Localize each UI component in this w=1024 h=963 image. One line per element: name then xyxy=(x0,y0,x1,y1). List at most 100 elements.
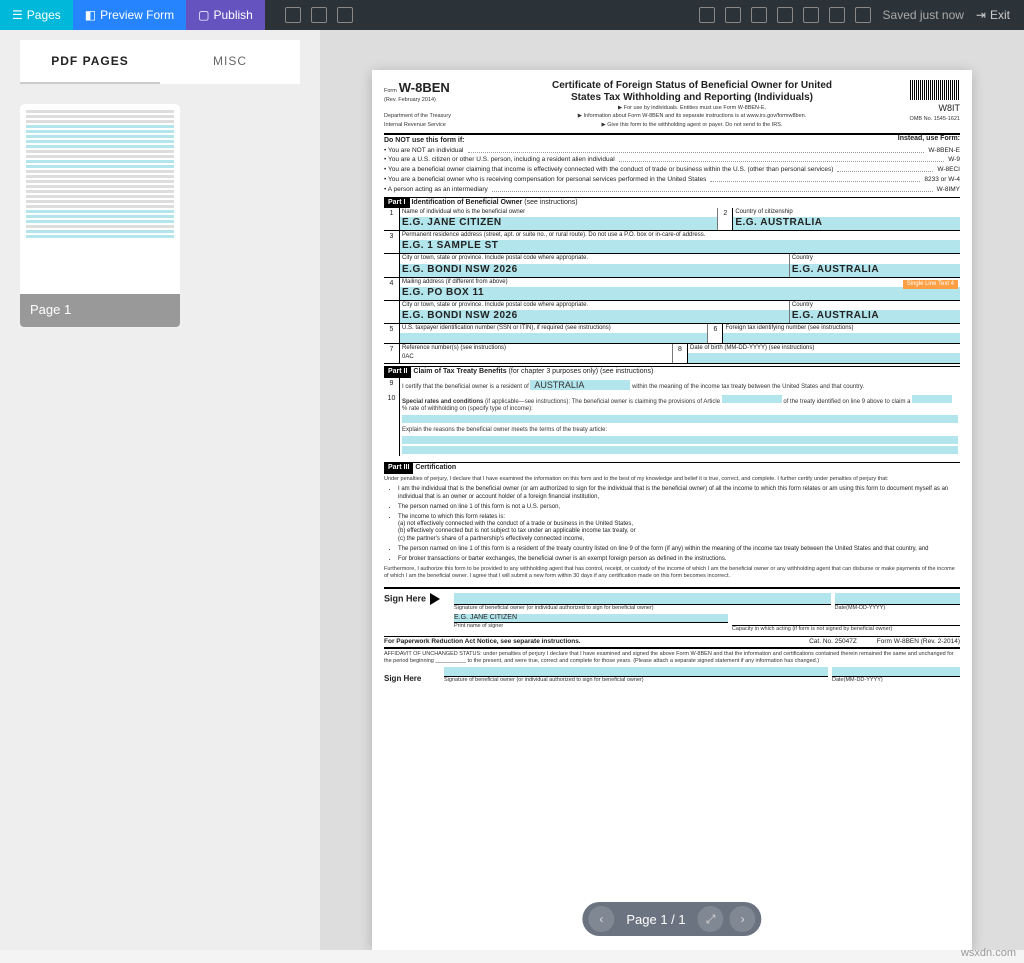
sidebar: PDF PAGES MISC Page 1 xyxy=(0,30,320,950)
dn5: • A person acting as an intermediary xyxy=(384,186,488,194)
exit-icon: ⇥ xyxy=(976,8,986,22)
sig2-date-field[interactable] xyxy=(832,667,960,677)
f9a: I certify that the beneficial owner is a… xyxy=(402,384,529,390)
f10-num: 10 xyxy=(384,393,400,457)
sig-date-field[interactable] xyxy=(835,593,961,605)
tab-misc[interactable]: MISC xyxy=(160,40,300,84)
signature-field[interactable] xyxy=(454,593,831,605)
part2-title: Claim of Tax Treaty Benefits xyxy=(413,368,506,375)
tab-pdf-pages[interactable]: PDF PAGES xyxy=(20,40,160,84)
tool-icon-3[interactable] xyxy=(337,7,353,23)
field-rect-icon[interactable] xyxy=(699,7,715,23)
field-upload-icon[interactable] xyxy=(829,7,845,23)
exit-button[interactable]: ⇥Exit xyxy=(976,8,1010,22)
f4-value[interactable]: E.G. PO BOX 11 xyxy=(400,287,960,300)
right-tool-icons xyxy=(699,7,871,23)
part3-badge: Part III xyxy=(384,463,413,473)
top-toolbar: ☰Pages ◧Preview Form ▢Publish Saved just… xyxy=(0,0,1024,30)
sig-date-label: Date(MM-DD-YYYY) xyxy=(835,605,961,612)
print-name-value[interactable]: E.G. JANE CITIZEN xyxy=(454,614,728,623)
f3c-label: City or town, state or province. Include… xyxy=(400,254,789,263)
preview-label: Preview Form xyxy=(100,8,174,22)
irs: Internal Revenue Service xyxy=(384,122,446,128)
f3-label: Permanent residence address (street, apt… xyxy=(400,231,960,240)
f10-explain1[interactable] xyxy=(402,436,958,444)
cert-3a: (a) not effectively connected with the c… xyxy=(398,521,633,527)
f6-num: 6 xyxy=(707,324,723,343)
sign-here-2: Sign Here xyxy=(384,674,444,684)
next-page-button[interactable]: › xyxy=(730,906,756,932)
cert-4: The person named on line 1 of this form … xyxy=(398,546,960,553)
part2-sub: (for chapter 3 purposes only) (see instr… xyxy=(509,368,654,375)
cert-3c: (c) the partner's share of a partnership… xyxy=(398,536,584,542)
f10-explain2[interactable] xyxy=(402,446,958,454)
saved-status: Saved just now xyxy=(883,8,964,22)
cert-3: The income to which this form relates is… xyxy=(398,514,505,520)
f3ct-value[interactable]: E.G. AUSTRALIA xyxy=(790,264,960,277)
field-image-icon[interactable] xyxy=(803,7,819,23)
field-list-icon[interactable] xyxy=(751,7,767,23)
field-edit-icon[interactable] xyxy=(777,7,793,23)
dn5r: W-8IMY xyxy=(937,186,960,194)
print-name-label: Print name of signer xyxy=(454,623,728,630)
dept: Department of the Treasury xyxy=(384,113,451,119)
paperwork: For Paperwork Reduction Act Notice, see … xyxy=(384,638,809,646)
tool-icon-2[interactable] xyxy=(311,7,327,23)
field-check-icon[interactable] xyxy=(725,7,741,23)
publish-label: Publish xyxy=(214,8,253,22)
f10-income[interactable] xyxy=(402,415,958,423)
omb: OMB No. 1545-1621 xyxy=(910,116,960,122)
f7-below: 0AC xyxy=(400,353,672,362)
capacity-field[interactable] xyxy=(732,614,960,626)
f9-value[interactable]: AUSTRALIA xyxy=(530,380,630,391)
dn3r: W-8ECI xyxy=(937,166,960,174)
w8it: W8IT xyxy=(939,103,961,113)
cert-2: The person named on line 1 of this form … xyxy=(398,504,960,511)
dn3: • You are a beneficial owner claiming th… xyxy=(384,166,833,174)
form-code: W-8BEN xyxy=(399,80,450,95)
preview-button[interactable]: ◧Preview Form xyxy=(73,0,186,30)
f3c-value[interactable]: E.G. BONDI NSW 2026 xyxy=(400,264,789,277)
f10e: Explain the reasons the beneficial owner… xyxy=(402,427,958,434)
f4ct-value[interactable]: E.G. AUSTRALIA xyxy=(790,310,960,323)
dn2: • You are a U.S. citizen or other U.S. p… xyxy=(384,156,615,164)
title-line1: Certificate of Foreign Status of Benefic… xyxy=(552,80,832,91)
f4c-value[interactable]: E.G. BONDI NSW 2026 xyxy=(400,310,789,323)
main-area: PDF PAGES MISC Page 1 Form W-8BEN (Rev. … xyxy=(0,30,1024,950)
f3ct-label: Country xyxy=(790,254,960,263)
instead-label: Instead, use Form: xyxy=(898,135,960,145)
field-tag-orange[interactable]: Single Line Text 4 xyxy=(903,280,958,289)
fullscreen-button[interactable]: ⤢ xyxy=(698,906,724,932)
pages-button[interactable]: ☰Pages xyxy=(0,0,73,30)
page-thumbnail[interactable]: Page 1 xyxy=(20,104,180,327)
signature2-field[interactable] xyxy=(444,667,828,677)
tool-icon-1[interactable] xyxy=(285,7,301,23)
f1-label: Name of individual who is the beneficial… xyxy=(400,208,717,217)
f1-value[interactable]: E.G. JANE CITIZEN xyxy=(400,217,717,230)
field-text-icon[interactable] xyxy=(855,7,871,23)
f10b: (if applicable—see instructions): The be… xyxy=(485,399,720,405)
cert-1: I am the individual that is the benefici… xyxy=(398,486,960,500)
cert-5: For broker transactions or barter exchan… xyxy=(398,556,960,563)
barcode-icon xyxy=(910,80,960,100)
publish-button[interactable]: ▢Publish xyxy=(186,0,265,30)
cert-3b: (b) effectively connected but is not sub… xyxy=(398,528,636,534)
f7-label: Reference number(s) (see instructions) xyxy=(400,344,672,353)
prev-page-button[interactable]: ‹ xyxy=(588,906,614,932)
pdf-document[interactable]: Form W-8BEN (Rev. February 2014) Departm… xyxy=(372,70,972,950)
f3-value[interactable]: E.G. 1 SAMPLE ST xyxy=(400,240,960,253)
bullet1: ▶ For use by individuals. Entities must … xyxy=(618,105,766,111)
sig2-label: Signature of beneficial owner (or indivi… xyxy=(444,677,828,684)
f8-value[interactable] xyxy=(688,353,960,363)
f5-num: 5 xyxy=(384,324,400,343)
f10-rate[interactable] xyxy=(912,395,952,403)
f6-value[interactable] xyxy=(723,333,960,343)
page-indicator: Page 1 / 1 xyxy=(620,912,691,927)
f5-value[interactable] xyxy=(400,333,707,343)
f10d: % rate of withholding on (specify type o… xyxy=(402,406,533,412)
f2-value[interactable]: E.G. AUSTRALIA xyxy=(733,217,960,230)
dn1: • You are NOT an individual xyxy=(384,147,464,155)
f1-num: 1 xyxy=(384,208,400,230)
part1-badge: Part I xyxy=(384,198,410,208)
f10-article[interactable] xyxy=(722,395,782,403)
